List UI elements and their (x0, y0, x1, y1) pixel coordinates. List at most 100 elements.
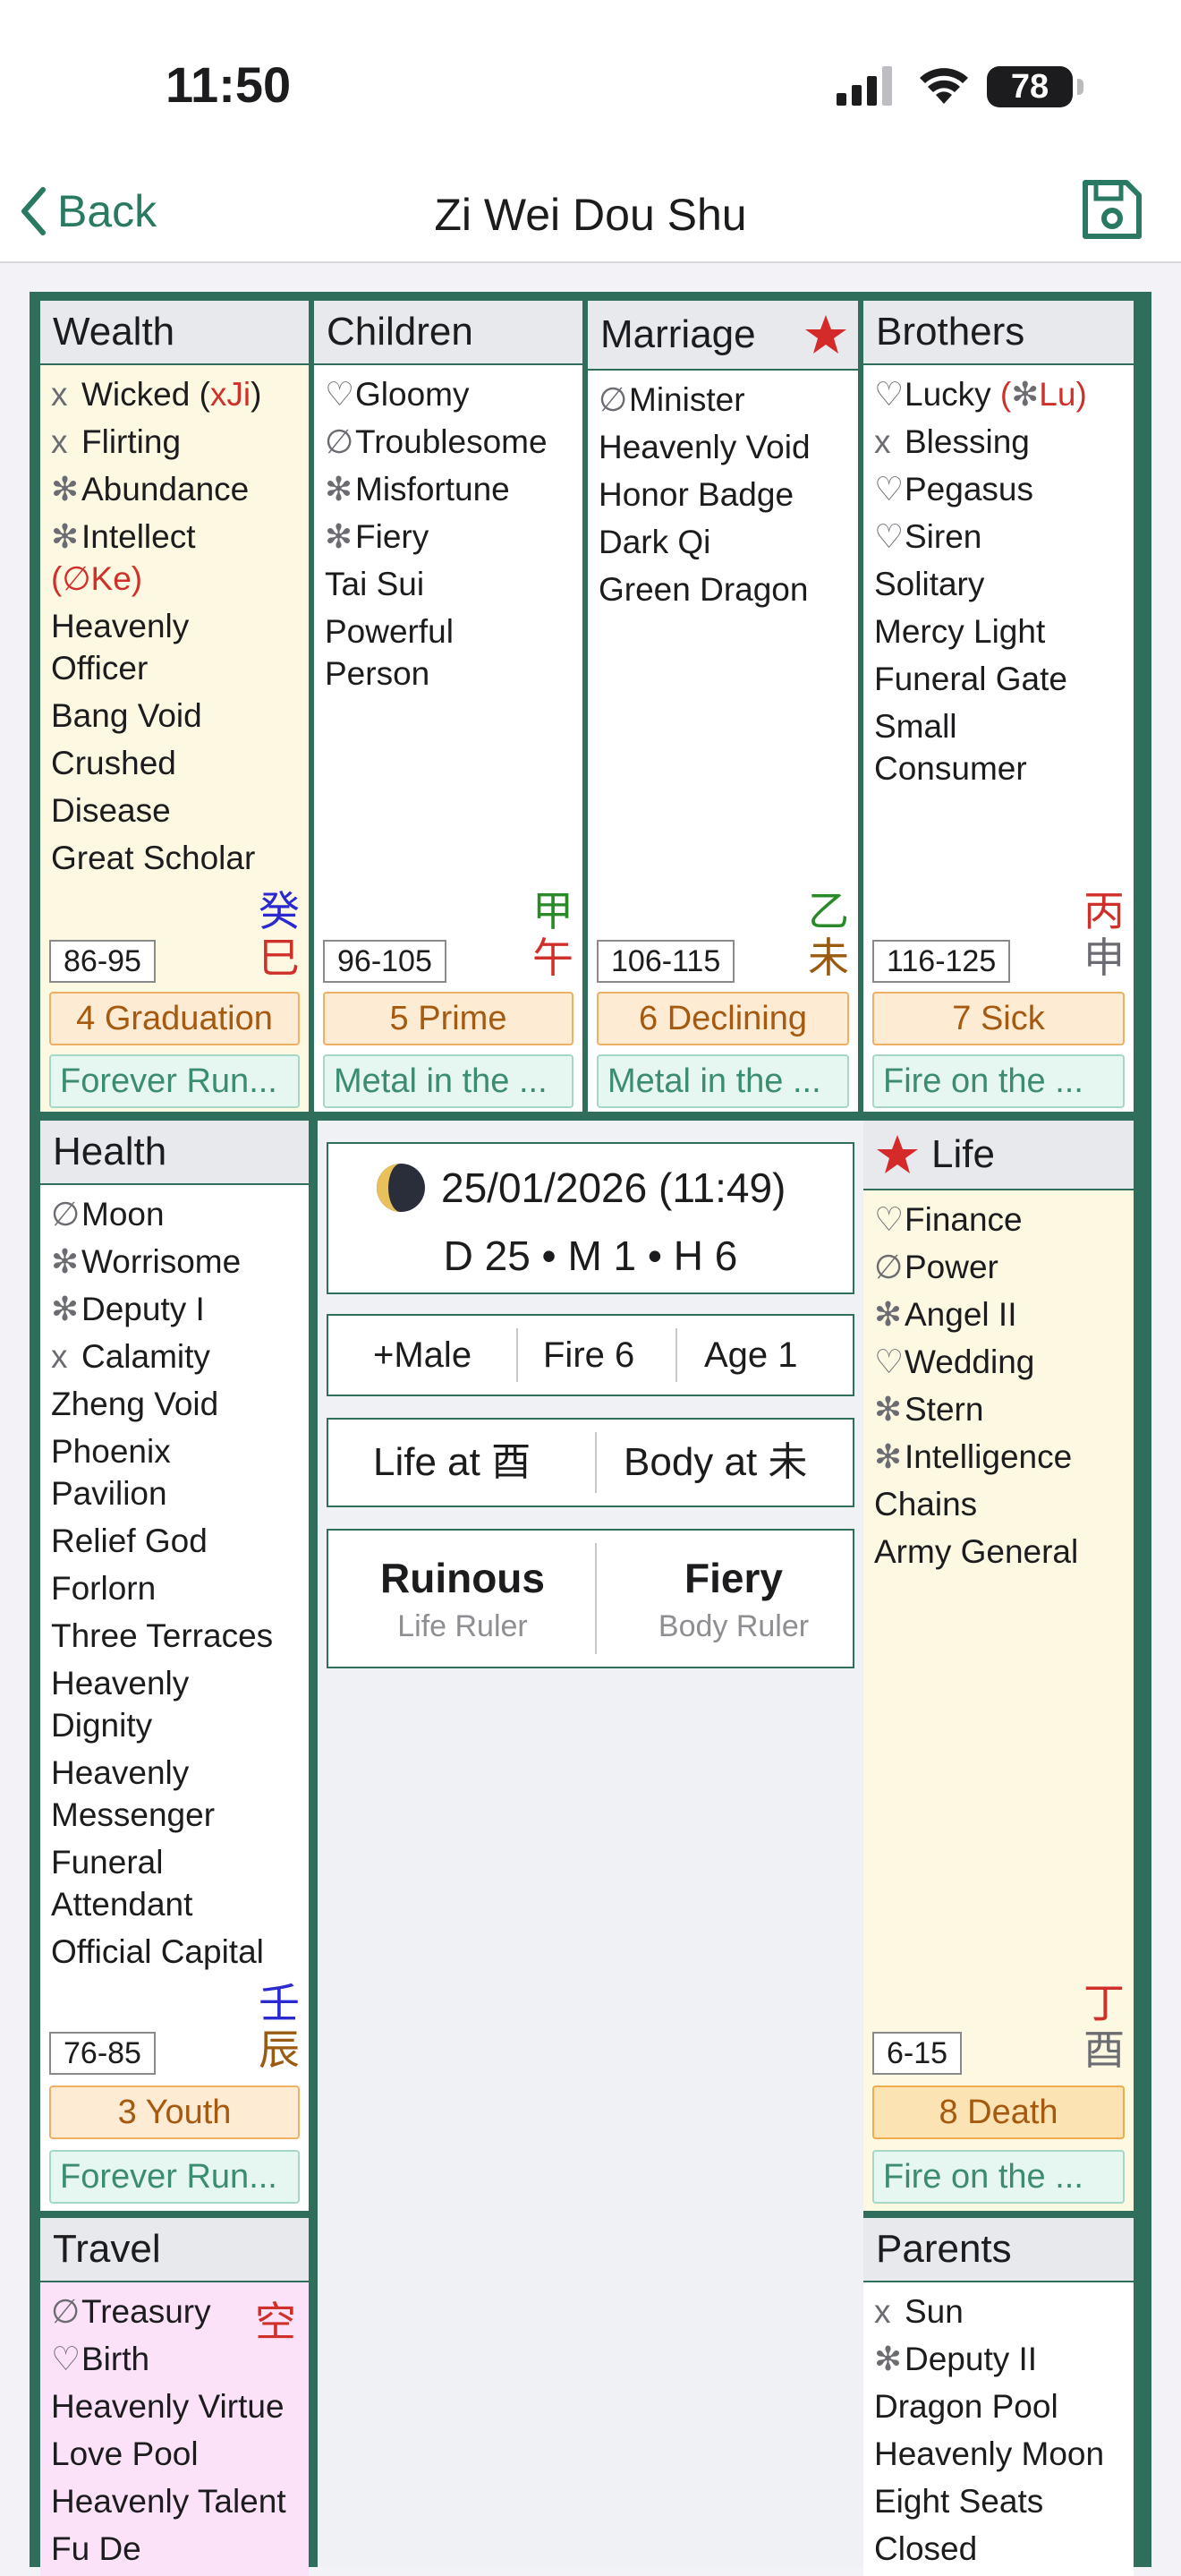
star-list: x Sun ✻Deputy II Dragon Pool Heavenly Moo… (863, 2282, 1134, 2572)
birth-datetime: 25/01/2026 (11:49) (441, 1164, 786, 1211)
palace-travel[interactable]: Travel 空 ∅Treasury ♡Birth Heavenly Virtu… (40, 2218, 309, 2576)
element-bureau: Fire 6 (543, 1335, 635, 1375)
save-icon[interactable] (1078, 174, 1146, 245)
star-item: Army General (874, 1533, 1079, 1570)
chart-center: 25/01/2026 (11:49) D 25 • M 1 • H 6 +Mal… (318, 1121, 863, 2567)
palace-header: Marriage (588, 301, 858, 371)
body-ruler-value: Fiery (684, 1555, 783, 1601)
star-item: ∅Moon (51, 1196, 165, 1233)
heavenly-stem: 壬辰 (259, 1980, 300, 2073)
star-item: ♡Pegasus (874, 471, 1033, 508)
star-item: x Calamity (51, 1338, 210, 1375)
chart-board: Wealth x Wicked (xJi) x Flirting ✻Abundanc… (30, 292, 1151, 2576)
star-item: Heavenly Virtue (51, 2388, 285, 2425)
palace-marriage[interactable]: Marriage ∅Minister Heavenly Void Honor B… (588, 301, 858, 1112)
heavenly-stem: 乙未 (808, 888, 849, 981)
star-item: x Flirting (51, 423, 182, 460)
age-range: 86-95 (49, 940, 156, 983)
palace-name: Wealth (40, 301, 309, 365)
element-label: Forever Run... (49, 1054, 300, 1108)
star-item: ♡Finance (874, 1201, 1023, 1238)
star-item: Bang Void (51, 697, 202, 734)
palace-name: Health (40, 1121, 309, 1185)
status-time: 11:50 (166, 56, 292, 113)
star-item: Mercy Light (874, 613, 1046, 650)
star-item: Heavenly Messenger (51, 1754, 216, 1833)
palace-parents[interactable]: Parents x Sun ✻Deputy II Dragon Pool Heav… (863, 2218, 1134, 2576)
star-item: Disease (51, 792, 171, 829)
star-item: ∅Power (874, 1249, 998, 1285)
element-label: Metal in the ... (597, 1054, 849, 1108)
star-item: Heavenly Talent (51, 2483, 286, 2520)
star-item: Great Scholar (51, 840, 256, 876)
age-range: 96-105 (323, 940, 446, 983)
page-title: Zi Wei Dou Shu (434, 190, 747, 240)
star-item: ♡Gloomy (325, 376, 470, 413)
palace-life[interactable]: Life ♡Finance ∅Power ✻Angel II ♡Wedding … (863, 1121, 1134, 2211)
status-bar: 11:50 78 (0, 0, 1181, 170)
star-item: ✻Deputy II (874, 2341, 1038, 2377)
star-item: Honor Badge (599, 476, 794, 513)
star-item: Chains (874, 1486, 978, 1523)
star-item: ✻Worrisome (51, 1243, 242, 1280)
star-item: ✻Misfortune (325, 471, 510, 508)
age-range: 106-115 (597, 940, 735, 983)
star-item: Fu De (51, 2530, 141, 2567)
gender-label: +Male (373, 1335, 472, 1375)
star-item: Heavenly Void (599, 429, 811, 465)
ruler-box: Ruinous Life Ruler Fiery Body Ruler (327, 1529, 854, 1668)
profile-box: +Male Fire 6 Age 1 (327, 1314, 854, 1396)
star-item: Green Dragon (599, 571, 809, 608)
palace-name: Marriage (600, 312, 756, 356)
palace-name: Children (314, 301, 582, 365)
life-body-box: Life at 酉 Body at 未 (327, 1418, 854, 1507)
star-item: ♡Siren (874, 518, 982, 555)
star-list: ♡Gloomy ∅Troublesome ✻Misfortune ✻Fiery … (314, 365, 582, 697)
star-item: Solitary (874, 566, 985, 602)
palace-children[interactable]: Children ♡Gloomy ∅Troublesome ✻Misfortun… (314, 301, 582, 1112)
element-label: Forever Run... (49, 2150, 300, 2204)
palace-name: Parents (863, 2218, 1134, 2282)
palace-name: Travel (40, 2218, 309, 2282)
star-item: Official Capital (51, 1933, 264, 1970)
palace-brothers[interactable]: Brothers ♡Lucky (✻Lu) x Blessing ♡Pegasus… (863, 301, 1134, 1112)
life-ruler-value: Ruinous (380, 1555, 545, 1601)
star-item: Heavenly Officer (51, 608, 190, 687)
star-item: Relief God (51, 1523, 208, 1559)
life-phase: 6 Declining (597, 992, 849, 1045)
star-item: Crushed (51, 745, 176, 781)
age-label: Age 1 (704, 1335, 798, 1375)
body-at-label: Body at 未 (624, 1440, 808, 1484)
star-list: ♡Lucky (✻Lu) x Blessing ♡Pegasus ♡Siren S… (863, 365, 1134, 792)
star-item: Small Consumer (874, 708, 1027, 787)
star-item: ✻Fiery (325, 518, 429, 555)
star-list: x Wicked (xJi) x Flirting ✻Abundance ✻Inte… (40, 365, 309, 882)
star-item: x Sun (874, 2293, 964, 2330)
star-item: ✻Intelligence (874, 1438, 1073, 1475)
life-phase: 5 Prime (323, 992, 574, 1045)
star-item: ♡Lucky (✻Lu) (874, 376, 1087, 413)
palace-name: Life (931, 1132, 995, 1176)
cellular-signal-icon (837, 66, 892, 106)
star-item: Funeral Gate (874, 661, 1067, 697)
star-item: ✻Deputy I (51, 1291, 205, 1327)
star-item: Zheng Void (51, 1386, 219, 1422)
life-phase: 3 Youth (49, 2086, 300, 2139)
element-label: Fire on the ... (872, 1054, 1125, 1108)
star-marker-icon (877, 1135, 918, 1173)
star-item: ♡Wedding (874, 1343, 1035, 1380)
star-item: ∅Minister (599, 381, 745, 418)
wifi-icon (920, 68, 968, 104)
element-label: Fire on the ... (872, 2150, 1125, 2204)
star-item: Phoenix Pavilion (51, 1433, 171, 1512)
star-item: ✻Angel II (874, 1296, 1017, 1333)
star-item: Heavenly Dignity (51, 1665, 190, 1744)
star-item: Heavenly Moon (874, 2435, 1105, 2472)
star-item: x Blessing (874, 423, 1030, 460)
heavenly-stem: 癸巳 (259, 888, 300, 981)
star-list: ♡Finance ∅Power ✻Angel II ♡Wedding ✻Ster… (863, 1190, 1134, 1575)
palace-health[interactable]: Health ∅Moon ✻Worrisome ✻Deputy I x Calam… (40, 1121, 309, 2211)
age-range: 76-85 (49, 2032, 156, 2075)
palace-wealth[interactable]: Wealth x Wicked (xJi) x Flirting ✻Abundanc… (40, 301, 309, 1112)
element-label: Metal in the ... (323, 1054, 574, 1108)
